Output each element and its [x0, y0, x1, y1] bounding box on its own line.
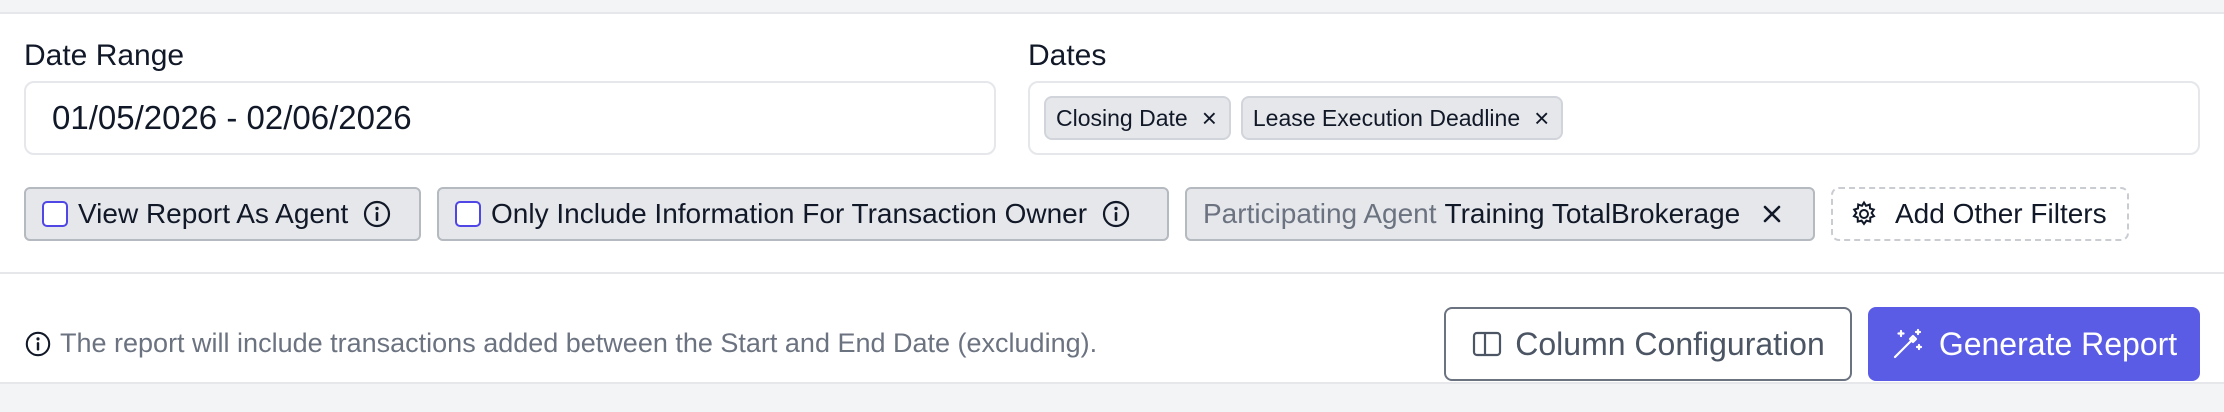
owner-only-checkbox[interactable] [455, 201, 481, 227]
date-range-label: Date Range [24, 39, 185, 72]
date-chip-lease-execution-deadline: Lease Execution Deadline × [1240, 96, 1564, 140]
report-filter-panel: Date Range 01/05/2026 - 02/06/2026 Dates… [0, 14, 2224, 384]
info-icon[interactable] [1101, 199, 1131, 229]
owner-only-filter[interactable]: Only Include Information For Transaction… [437, 187, 1169, 241]
divider [0, 272, 2224, 274]
participating-agent-value: Training TotalBrokerage [1444, 198, 1741, 229]
owner-only-label: Only Include Information For Transaction… [491, 198, 1088, 229]
generate-report-button[interactable]: Generate Report [1868, 307, 2200, 381]
columns-icon [1471, 328, 1503, 360]
report-note-text: The report will include transactions add… [60, 328, 1098, 358]
gear-icon [1849, 199, 1879, 229]
top-strip [0, 0, 2224, 14]
add-other-filters-button[interactable]: Add Other Filters [1831, 187, 2129, 241]
view-as-agent-filter[interactable]: View Report As Agent [24, 187, 421, 241]
participating-agent-filter[interactable]: Participating Agent Training TotalBroker… [1185, 187, 1815, 241]
report-note: The report will include transactions add… [24, 328, 1097, 359]
remove-chip-icon[interactable]: × [1202, 105, 1217, 131]
bottom-strip [0, 384, 2224, 412]
magic-wand-icon [1891, 327, 1925, 361]
date-range-value: 01/05/2026 - 02/06/2026 [52, 99, 412, 136]
dates-label: Dates [1028, 39, 1107, 72]
info-icon[interactable] [362, 199, 392, 229]
participating-agent-key: Participating Agent [1203, 198, 1437, 229]
date-range-input[interactable]: 01/05/2026 - 02/06/2026 [24, 81, 996, 155]
view-as-agent-label: View Report As Agent [78, 198, 349, 229]
info-icon [24, 330, 52, 358]
add-other-filters-label: Add Other Filters [1895, 198, 2107, 229]
remove-chip-icon[interactable]: × [1534, 105, 1549, 131]
column-configuration-label: Column Configuration [1515, 325, 1825, 362]
close-icon[interactable] [1760, 202, 1784, 226]
view-as-agent-checkbox[interactable] [42, 201, 68, 227]
chip-label: Closing Date [1056, 104, 1188, 131]
chip-label: Lease Execution Deadline [1252, 104, 1521, 131]
dates-multiselect[interactable]: Closing Date × Lease Execution Deadline … [1028, 81, 2200, 155]
date-chip-closing-date: Closing Date × [1044, 96, 1231, 140]
generate-report-label: Generate Report [1938, 325, 2178, 362]
column-configuration-button[interactable]: Column Configuration [1444, 307, 1852, 381]
